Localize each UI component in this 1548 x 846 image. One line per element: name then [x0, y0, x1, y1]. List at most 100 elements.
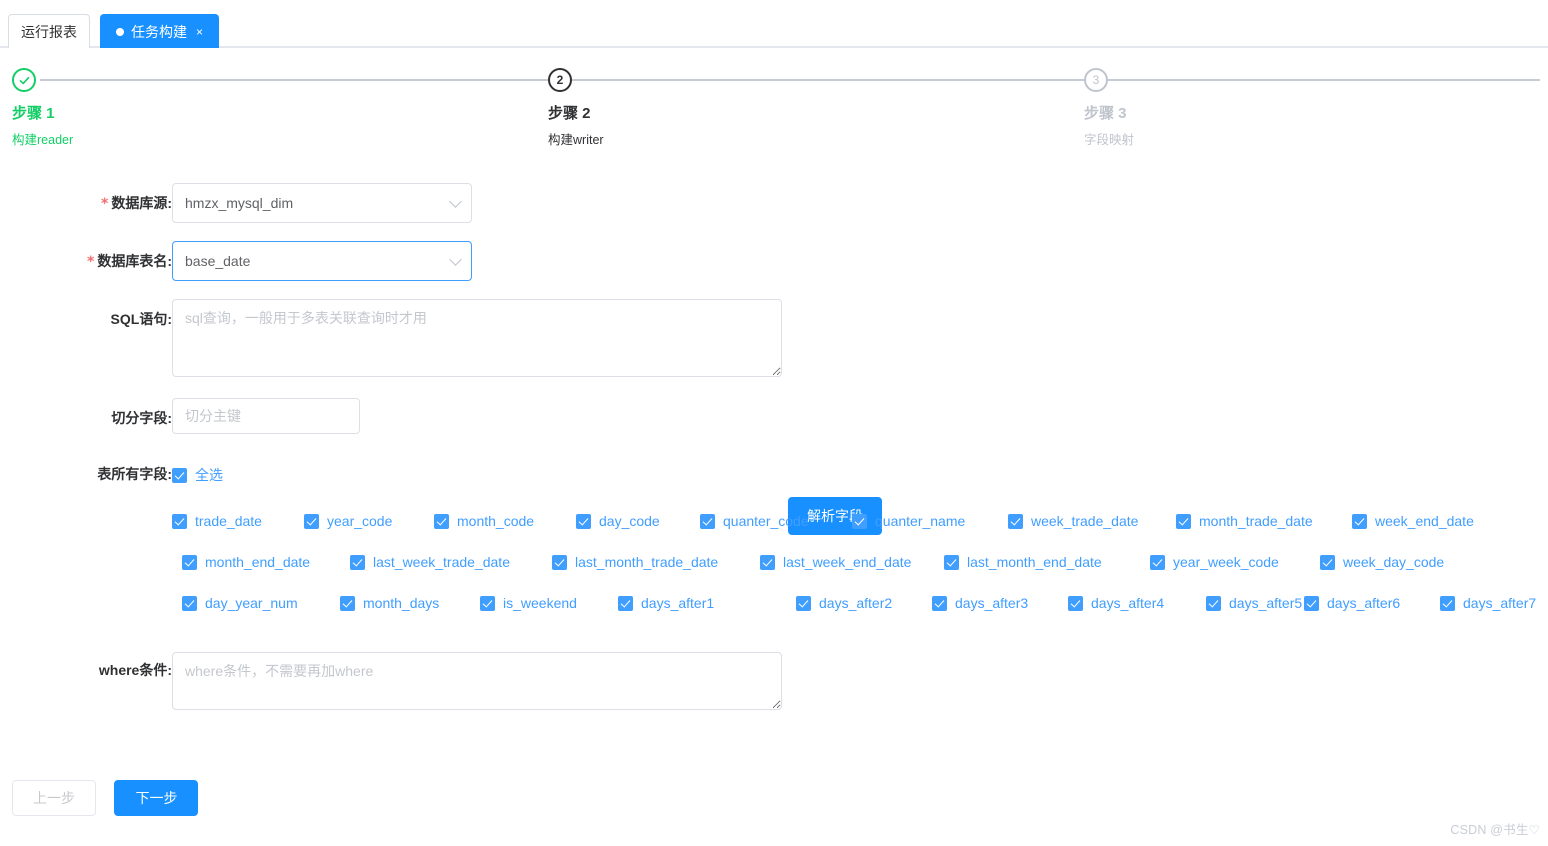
- field-checkbox-label: last_week_trade_date: [373, 554, 510, 570]
- field-checkbox-label: days_after1: [641, 595, 715, 611]
- field-checkbox-label: week_day_code: [1343, 554, 1445, 570]
- field-checkbox-label: day_year_num: [205, 595, 298, 611]
- field-checkbox-trade_date[interactable]: trade_date: [172, 513, 262, 529]
- field-checkbox-label: last_week_end_date: [783, 554, 912, 570]
- checkbox-checked-icon: [1008, 513, 1023, 529]
- checkbox-checked-icon: [172, 513, 187, 529]
- split-field-input[interactable]: [172, 398, 360, 434]
- task-builder-page: 运行报表 任务构建 × 步骤 1 构建reader 2 步骤 2 构建write…: [0, 0, 1548, 846]
- field-checkbox-label: trade_date: [195, 513, 262, 529]
- tab-task-build[interactable]: 任务构建 ×: [100, 14, 219, 48]
- next-step-button[interactable]: 下一步: [114, 780, 199, 816]
- select-all-checkbox[interactable]: 全选: [172, 465, 223, 485]
- step-1-desc: 构建reader: [12, 133, 74, 147]
- checkbox-checked-icon: [618, 595, 633, 611]
- field-checkbox-last_week_trade_date[interactable]: last_week_trade_date: [350, 554, 510, 570]
- field-checkbox-day_year_num[interactable]: day_year_num: [182, 595, 298, 611]
- checkbox-checked-icon: [932, 595, 947, 611]
- field-checkbox-label: quanter_code: [723, 513, 809, 529]
- checkbox-checked-icon: [1304, 595, 1319, 611]
- field-checkbox-days_after4[interactable]: days_after4: [1068, 595, 1164, 611]
- field-checkbox-year_code[interactable]: year_code: [304, 513, 392, 529]
- field-checkbox-month_end_date[interactable]: month_end_date: [182, 554, 310, 570]
- checkbox-checked-icon: [796, 595, 811, 611]
- field-checkbox-day_code[interactable]: day_code: [576, 513, 660, 529]
- field-checkbox-days_after3[interactable]: days_after3: [932, 595, 1028, 611]
- required-asterisk-icon: *: [101, 196, 109, 212]
- field-checkbox-last_month_trade_date[interactable]: last_month_trade_date: [552, 554, 718, 570]
- tab-run-report-label: 运行报表: [21, 23, 77, 40]
- watermark: CSDN @书生♡: [1450, 823, 1540, 837]
- active-tab-dot-icon: [115, 27, 124, 36]
- datasource-select-value: hmzx_mysql_dim: [185, 195, 294, 211]
- field-checkbox-year_week_code[interactable]: year_week_code: [1150, 554, 1279, 570]
- field-checkbox-days_after1[interactable]: days_after1: [618, 595, 714, 611]
- step-3-title: 步骤 3: [1084, 105, 1127, 122]
- checkbox-checked-icon: [1150, 554, 1165, 570]
- where-textarea[interactable]: [172, 652, 782, 710]
- step-2-number-badge: 2: [548, 68, 572, 92]
- field-checkbox-week_trade_date[interactable]: week_trade_date: [1008, 513, 1138, 529]
- checkbox-checked-icon: [944, 554, 959, 570]
- field-checkbox-month_code[interactable]: month_code: [434, 513, 534, 529]
- tab-run-report[interactable]: 运行报表: [8, 14, 90, 48]
- step-connector-2: [572, 79, 1084, 81]
- sql-textarea[interactable]: [172, 299, 782, 377]
- field-checkbox-label: year_code: [327, 513, 393, 529]
- wizard-footer: 上一步 下一步: [12, 780, 199, 816]
- checkbox-checked-icon: [480, 595, 495, 611]
- step-2-desc: 构建writer: [548, 133, 604, 147]
- field-checkbox-label: year_week_code: [1173, 554, 1279, 570]
- step-1-title: 步骤 1: [12, 105, 55, 122]
- step-connector-1: [40, 79, 548, 81]
- datasource-label: * 数据库源:: [12, 183, 172, 224]
- field-checkbox-label: days_after5: [1229, 595, 1303, 611]
- datasource-select[interactable]: hmzx_mysql_dim: [172, 183, 472, 223]
- field-checkbox-label: last_month_trade_date: [575, 554, 719, 570]
- checkbox-checked-icon: [1320, 554, 1335, 570]
- datasource-label-text: 数据库源:: [111, 195, 172, 211]
- field-checkbox-label: month_end_date: [205, 554, 311, 570]
- field-checkbox-last_week_end_date[interactable]: last_week_end_date: [760, 554, 911, 570]
- field-checkbox-last_month_end_date[interactable]: last_month_end_date: [944, 554, 1102, 570]
- field-checkbox-week_end_date[interactable]: week_end_date: [1352, 513, 1474, 529]
- field-checkbox-days_after7[interactable]: days_after7: [1440, 595, 1536, 611]
- checkbox-checked-icon: [700, 513, 715, 529]
- step-3-number-badge: 3: [1084, 68, 1108, 92]
- field-checkbox-week_day_code[interactable]: week_day_code: [1320, 554, 1444, 570]
- checkbox-checked-icon: [340, 595, 355, 611]
- field-checkbox-month_trade_date[interactable]: month_trade_date: [1176, 513, 1313, 529]
- field-checkbox-is_weekend[interactable]: is_weekend: [480, 595, 577, 611]
- tab-task-build-label: 任务构建: [130, 23, 187, 40]
- prev-step-button[interactable]: 上一步: [12, 780, 96, 816]
- chevron-down-icon: [449, 253, 462, 266]
- checkbox-checked-icon: [304, 513, 319, 529]
- field-checkbox-label: days_after6: [1327, 595, 1401, 611]
- split-field-label: 切分字段:: [111, 410, 172, 426]
- field-checkbox-label: quanter_name: [875, 513, 966, 529]
- close-icon[interactable]: ×: [196, 26, 203, 38]
- field-checkbox-days_after5[interactable]: days_after5: [1206, 595, 1302, 611]
- tablename-label-text: 数据库表名:: [97, 253, 172, 269]
- field-checkbox-label: days_after3: [955, 595, 1029, 611]
- field-checkbox-label: month_trade_date: [1199, 513, 1313, 529]
- tablename-label: * 数据库表名:: [12, 241, 172, 282]
- required-asterisk-icon: *: [87, 254, 95, 270]
- field-checkbox-label: days_after4: [1091, 595, 1165, 611]
- field-checkbox-label: last_month_end_date: [967, 554, 1102, 570]
- checkbox-checked-icon: [852, 513, 867, 529]
- field-checkbox-label: days_after2: [819, 595, 893, 611]
- select-all-label: 全选: [195, 467, 223, 483]
- tablename-select[interactable]: base_date: [172, 241, 472, 281]
- checkbox-checked-icon: [182, 554, 197, 570]
- field-checkbox-label: month_days: [363, 595, 440, 611]
- checkbox-checked-icon: [760, 554, 775, 570]
- checkbox-checked-icon: [552, 554, 567, 570]
- prev-step-button-label: 上一步: [33, 790, 75, 806]
- field-checkbox-quanter_code[interactable]: quanter_code: [700, 513, 809, 529]
- field-checkbox-days_after6[interactable]: days_after6: [1304, 595, 1400, 611]
- field-checkbox-days_after2[interactable]: days_after2: [796, 595, 892, 611]
- field-checkbox-month_days[interactable]: month_days: [340, 595, 439, 611]
- checkbox-checked-icon: [182, 595, 197, 611]
- field-checkbox-quanter_name[interactable]: quanter_name: [852, 513, 965, 529]
